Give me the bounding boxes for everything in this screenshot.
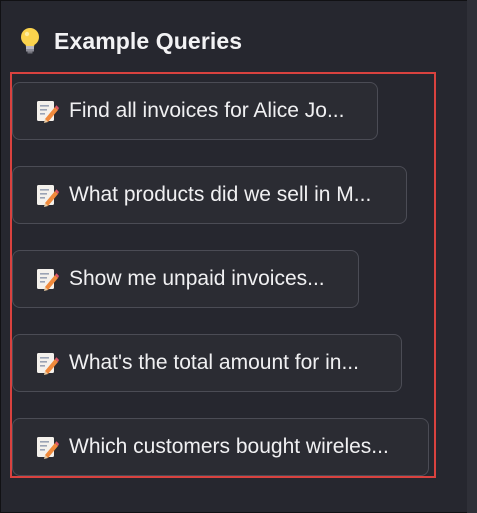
memo-icon bbox=[37, 269, 59, 291]
example-query-button-2[interactable]: What products did we sell in M... bbox=[12, 166, 407, 224]
query-label: What products did we sell in M... bbox=[69, 183, 372, 206]
query-label: Which customers bought wireles... bbox=[69, 435, 389, 458]
example-query-button-3[interactable]: Show me unpaid invoices... bbox=[12, 250, 359, 308]
memo-icon bbox=[37, 101, 59, 123]
memo-icon bbox=[37, 185, 59, 207]
section-header: Example Queries bbox=[18, 26, 242, 56]
query-label: What's the total amount for in... bbox=[69, 351, 359, 374]
panel-edge bbox=[467, 0, 477, 513]
light-bulb-icon bbox=[21, 28, 39, 54]
example-query-button-5[interactable]: Which customers bought wireles... bbox=[12, 418, 429, 476]
query-label: Find all invoices for Alice Jo... bbox=[69, 99, 345, 122]
query-label: Show me unpaid invoices... bbox=[69, 267, 325, 290]
example-query-button-4[interactable]: What's the total amount for in... bbox=[12, 334, 402, 392]
example-query-button-1[interactable]: Find all invoices for Alice Jo... bbox=[12, 82, 378, 140]
memo-icon bbox=[37, 437, 59, 459]
section-title: Example Queries bbox=[54, 27, 243, 54]
memo-icon bbox=[37, 353, 59, 375]
